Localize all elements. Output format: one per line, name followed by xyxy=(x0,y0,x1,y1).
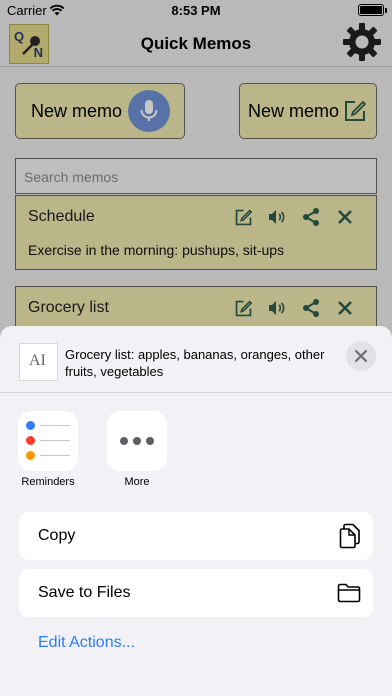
document-thumbnail: AI xyxy=(19,343,58,381)
close-button[interactable] xyxy=(346,341,376,371)
save-to-files-action[interactable]: Save to Files xyxy=(19,569,373,617)
edit-actions-link[interactable]: Edit Actions... xyxy=(38,634,135,652)
document-glyph: AI xyxy=(29,352,46,369)
share-sheet: AI Grocery list: apples, bananas, orange… xyxy=(0,326,392,696)
reminders-app-button[interactable] xyxy=(18,411,78,471)
copy-action[interactable]: Copy xyxy=(19,512,373,560)
share-sheet-header: AI Grocery list: apples, bananas, orange… xyxy=(0,326,392,393)
copy-icon xyxy=(339,523,361,554)
reminders-icon-row xyxy=(26,421,70,431)
more-label: More xyxy=(124,476,150,488)
reminders-icon-row xyxy=(26,451,70,461)
reminders-icon-row xyxy=(26,436,70,446)
save-to-files-label: Save to Files xyxy=(38,584,131,601)
more-button[interactable] xyxy=(107,411,167,471)
more-icon xyxy=(120,437,154,445)
reminders-label: Reminders xyxy=(21,476,75,488)
copy-label: Copy xyxy=(38,527,76,544)
folder-icon xyxy=(337,583,361,608)
share-preview-text: Grocery list: apples, bananas, oranges, … xyxy=(65,347,325,379)
close-icon xyxy=(354,349,368,363)
